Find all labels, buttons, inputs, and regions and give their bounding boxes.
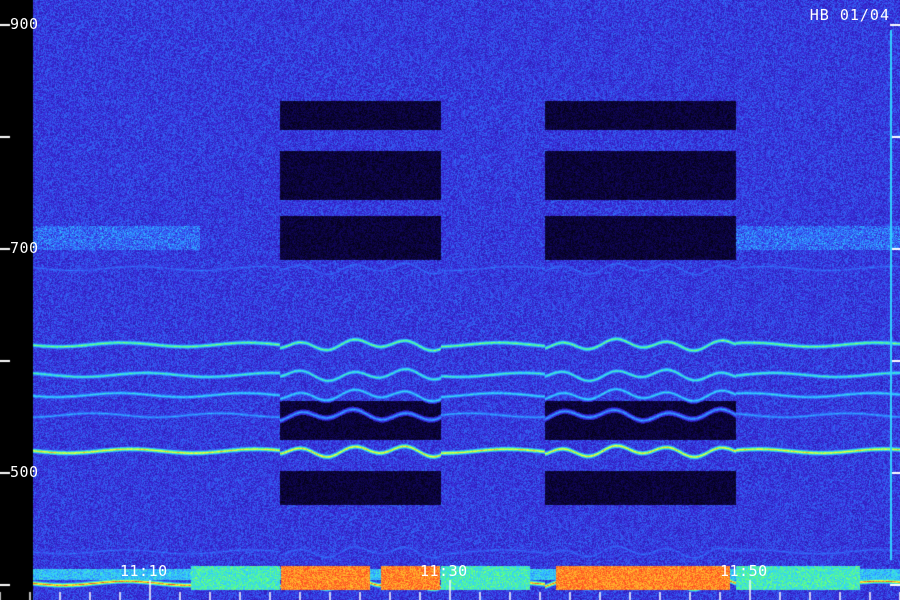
y-tick-label: 700: [10, 239, 39, 257]
y-tick-label: 500: [10, 463, 39, 481]
x-tick-label: 11:50: [720, 562, 768, 580]
badge-label: HB 01/04: [809, 6, 890, 24]
spectrogram-plot: [0, 0, 900, 600]
x-tick-label: 11:30: [420, 562, 468, 580]
x-tick-label: 11:10: [120, 562, 168, 580]
y-tick-label: 900: [10, 15, 39, 33]
